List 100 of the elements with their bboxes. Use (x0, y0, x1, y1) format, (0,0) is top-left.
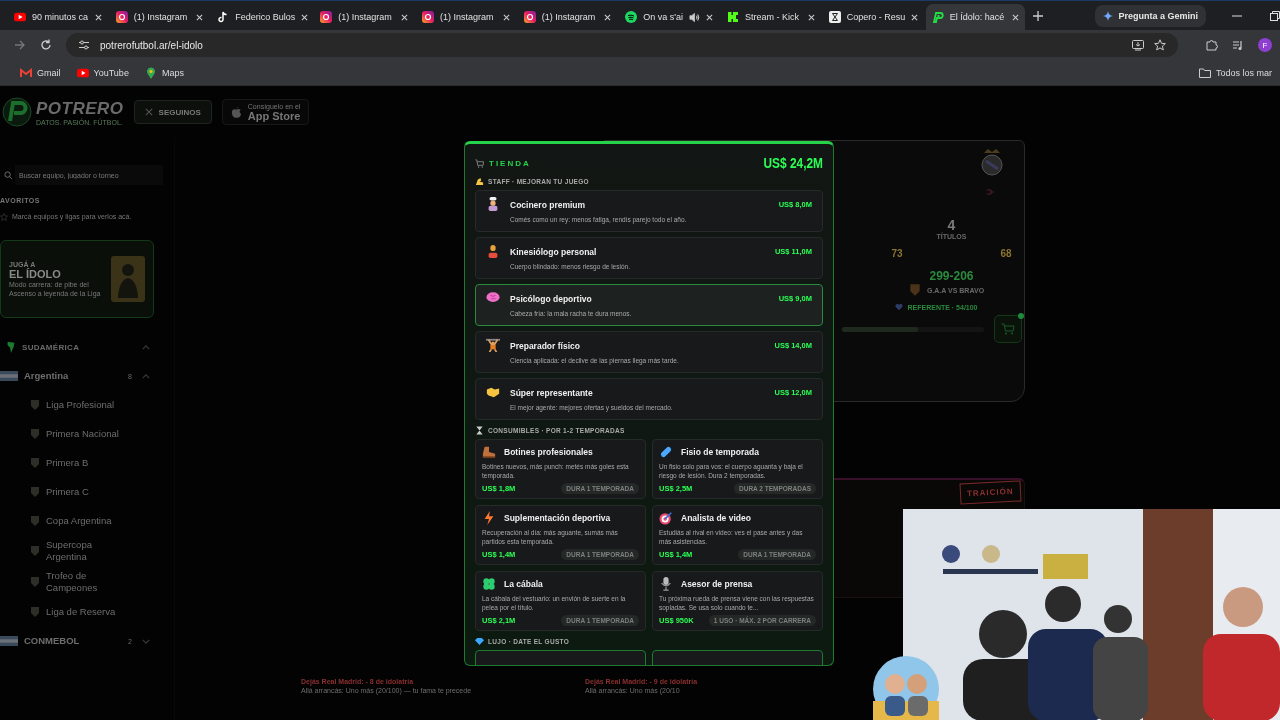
tab-title: 90 minutos ca (32, 12, 89, 22)
bookmark-link[interactable]: YouTube (76, 66, 129, 79)
item-name: Preparador físico (510, 341, 580, 351)
brain-icon (486, 291, 500, 305)
cart-icon (1000, 323, 1015, 335)
close-icon[interactable] (401, 13, 408, 21)
search-icon (4, 170, 13, 180)
tab-title: (1) Instagram (541, 12, 597, 22)
browser-tab[interactable]: (1) Instagram (314, 4, 414, 30)
stat-value: 73 (891, 248, 903, 259)
browser-tab[interactable]: El Ídolo: hacé (925, 4, 1026, 30)
hourglass-icon (475, 426, 484, 435)
hourglass-icon (828, 11, 841, 23)
lightning-icon (482, 511, 496, 525)
close-icon[interactable] (196, 13, 204, 21)
browser-tab[interactable]: Federico Bulos (211, 4, 313, 30)
puzzle-icon[interactable] (1206, 39, 1218, 51)
media-icon[interactable] (1232, 39, 1244, 51)
gemini-button[interactable]: Pregunta a Gemini (1095, 4, 1206, 27)
close-icon[interactable] (807, 13, 815, 21)
dialog-title: TIENDA (489, 158, 531, 168)
browser-tab[interactable]: On va s'ai (619, 4, 720, 30)
tree-item[interactable]: Liga Profesional (46, 399, 126, 411)
crest-icon (980, 147, 1004, 177)
install-icon[interactable] (1132, 39, 1144, 51)
person-icon (486, 244, 500, 258)
note-icon (217, 11, 230, 23)
tree-item[interactable]: CONMEBOL (24, 635, 123, 647)
boot-icon (482, 445, 496, 459)
tree-item[interactable]: Supercopa Argentina (46, 539, 126, 563)
item-name: Psicólogo deportivo (510, 294, 592, 304)
logo-text: POTRERO (36, 98, 124, 118)
tab-title: (1) Instagram (440, 12, 495, 22)
browser-tab[interactable]: (1) Instagram (517, 4, 618, 30)
close-icon[interactable] (911, 13, 919, 21)
browser-tab[interactable]: Copero - Resu (822, 4, 924, 30)
continent-icon (6, 341, 16, 353)
item-name: Cocinero premium (510, 200, 586, 210)
shield-icon (30, 457, 40, 469)
item-name: Kinesiólogo personal (510, 247, 597, 257)
logo-icon (2, 97, 32, 127)
bookmarks-folder[interactable]: Todos los mar (1198, 66, 1272, 79)
tree-item[interactable]: Trofeo de Campeones (46, 570, 126, 594)
shield-icon (908, 283, 921, 297)
new-tab-icon[interactable] (1033, 10, 1044, 21)
close-icon[interactable] (502, 13, 510, 21)
close-icon[interactable] (301, 13, 309, 21)
camera-icon (422, 11, 434, 23)
forward-icon[interactable] (14, 39, 26, 51)
item-name: Súper representante (510, 388, 593, 398)
tree-item[interactable]: Primera C (46, 486, 126, 498)
tree-item[interactable]: Primera B (46, 457, 126, 469)
weightlifter-icon (486, 338, 500, 352)
stat-value: 68 (1000, 248, 1012, 259)
clover-icon (482, 577, 496, 591)
sound-waves-icon (625, 11, 638, 23)
star-icon[interactable] (1154, 39, 1166, 51)
microphone-icon (659, 577, 673, 591)
map-pin-icon (144, 66, 157, 79)
gem-icon (475, 637, 484, 646)
close-icon[interactable] (94, 13, 102, 21)
browser-tab[interactable]: 90 minutos ca (8, 4, 108, 30)
item-name: Fisio de temporada (681, 447, 759, 457)
restore-icon[interactable] (1270, 10, 1280, 21)
target-icon (659, 511, 673, 525)
site-settings-icon[interactable] (78, 39, 90, 51)
tree-item[interactable]: Copa Argentina (46, 515, 126, 527)
bookmark-link[interactable]: Maps (144, 66, 184, 79)
sparkle-icon (1103, 10, 1114, 21)
bookmark-link[interactable]: Gmail (20, 66, 61, 79)
folder-icon (1198, 66, 1211, 79)
play-icon (14, 11, 26, 23)
profile-avatar[interactable]: F (1258, 38, 1272, 52)
reload-icon[interactable] (40, 39, 52, 51)
play-icon (76, 66, 89, 79)
tree-item[interactable]: Liga de Reserva (46, 606, 126, 618)
item-name: Asesor de prensa (681, 579, 753, 589)
browser-tab[interactable]: (1) Instagram (109, 4, 210, 30)
star-icon (0, 213, 8, 221)
flag-icon (0, 371, 18, 381)
browser-tab[interactable]: Stream - Kick (721, 4, 821, 30)
flag-icon (0, 636, 18, 646)
tree-item[interactable]: Argentina (24, 370, 123, 382)
browser-tab[interactable]: (1) Instagram (416, 4, 516, 30)
tree-item[interactable]: SUDAMÉRICA (22, 342, 136, 352)
item-name: Botines profesionales (504, 447, 593, 457)
item-name: La cábala (504, 579, 543, 589)
address-bar[interactable]: potrerofutbol.ar/el-idolo (66, 33, 1178, 57)
shield-icon (30, 428, 40, 440)
close-icon[interactable] (706, 13, 714, 21)
tab-title: On va s'ai (643, 12, 684, 22)
tree-item[interactable]: Primera Nacional (46, 428, 126, 440)
shield-icon (30, 606, 40, 618)
follow-button[interactable]: SEGUINOS (133, 100, 212, 124)
camera-icon (320, 11, 333, 23)
shield-icon (30, 545, 40, 557)
handshake-icon (486, 385, 500, 399)
close-icon[interactable] (1012, 13, 1020, 21)
heart-icon (895, 303, 904, 311)
close-icon[interactable] (604, 13, 612, 21)
